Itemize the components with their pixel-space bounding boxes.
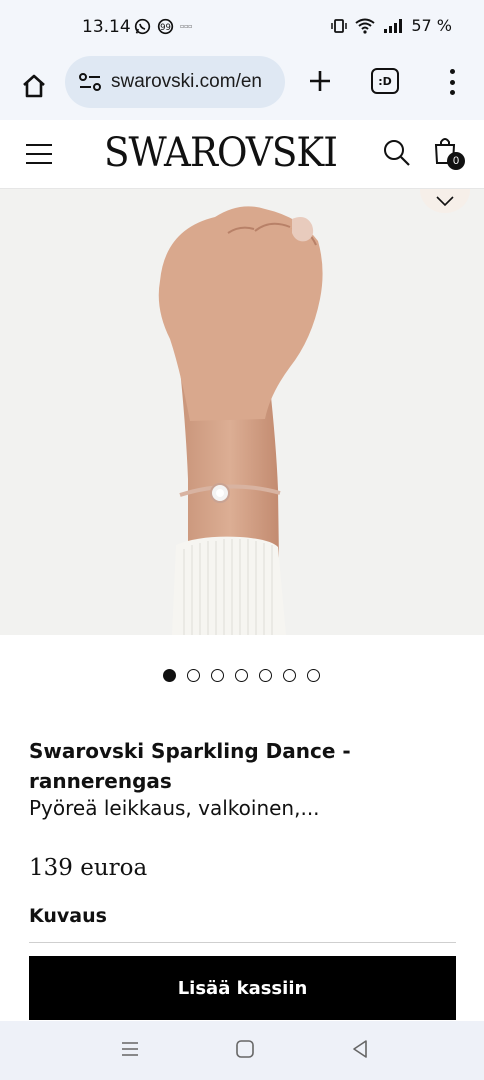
search-button[interactable]	[382, 138, 412, 168]
hamburger-icon[interactable]	[26, 144, 52, 164]
product-image[interactable]	[0, 189, 484, 635]
product-title: Swarovski Sparkling Dance - rannerengas	[29, 739, 351, 793]
url-text: swarovski.com/en	[111, 71, 262, 92]
carousel-dot[interactable]	[187, 669, 200, 682]
signal-icon	[384, 18, 403, 33]
product-subtitle: Pyöreä leikkaus, valkoinen,...	[29, 796, 320, 820]
status-time: 13.14	[82, 17, 131, 37]
site-logo[interactable]: SWAROVSKI	[104, 130, 338, 176]
status-right: 57 %	[331, 16, 452, 35]
home-button[interactable]	[14, 66, 54, 106]
carousel-dots	[163, 669, 320, 682]
tab-switcher-button[interactable]: :D	[371, 68, 399, 94]
carousel-dot[interactable]	[259, 669, 272, 682]
add-to-cart-button[interactable]: Lisää kassiin	[29, 956, 456, 1020]
recents-icon[interactable]	[120, 1039, 140, 1059]
small-notification-label: ▫▫▫	[180, 23, 193, 30]
carousel-dot[interactable]	[283, 669, 296, 682]
product-price: 139 euroa	[29, 855, 148, 881]
cart-count-badge: 0	[447, 152, 465, 170]
product-photo	[0, 189, 484, 635]
carousel-dot[interactable]	[307, 669, 320, 682]
system-nav-bar	[0, 1021, 484, 1080]
chevron-down-icon	[436, 196, 454, 207]
vibrate-icon	[331, 18, 348, 33]
whatsapp-icon	[134, 18, 151, 35]
svg-text:99: 99	[160, 23, 171, 33]
battery-level: 57 %	[411, 16, 452, 35]
browser-toolbar: swarovski.com/en :D	[0, 56, 484, 120]
url-bar[interactable]: swarovski.com/en	[65, 56, 285, 108]
more-icon	[449, 69, 455, 74]
quote-icon: 99	[157, 18, 174, 35]
carousel-dot[interactable]	[235, 669, 248, 682]
browser-menu-button[interactable]	[440, 66, 464, 98]
notification-icons: 99 ▫▫▫	[134, 18, 192, 35]
home-nav-icon[interactable]	[235, 1039, 255, 1059]
new-tab-button[interactable]	[304, 65, 336, 97]
description-toggle[interactable]: Kuvaus	[29, 905, 107, 927]
carousel-dot[interactable]	[163, 669, 176, 682]
status-bar: 13.14 99 ▫▫▫ 57 %	[0, 0, 484, 56]
carousel-dot[interactable]	[211, 669, 224, 682]
home-icon	[23, 74, 45, 98]
divider	[29, 942, 456, 943]
plus-icon	[310, 71, 330, 91]
wifi-icon	[355, 18, 375, 34]
search-icon	[384, 140, 410, 166]
shopping-bag-button[interactable]: 0	[432, 136, 466, 170]
back-icon[interactable]	[350, 1039, 370, 1059]
site-header: SWAROVSKI 0	[0, 120, 484, 189]
site-settings-icon	[79, 73, 101, 91]
site-settings-button[interactable]	[77, 69, 103, 95]
